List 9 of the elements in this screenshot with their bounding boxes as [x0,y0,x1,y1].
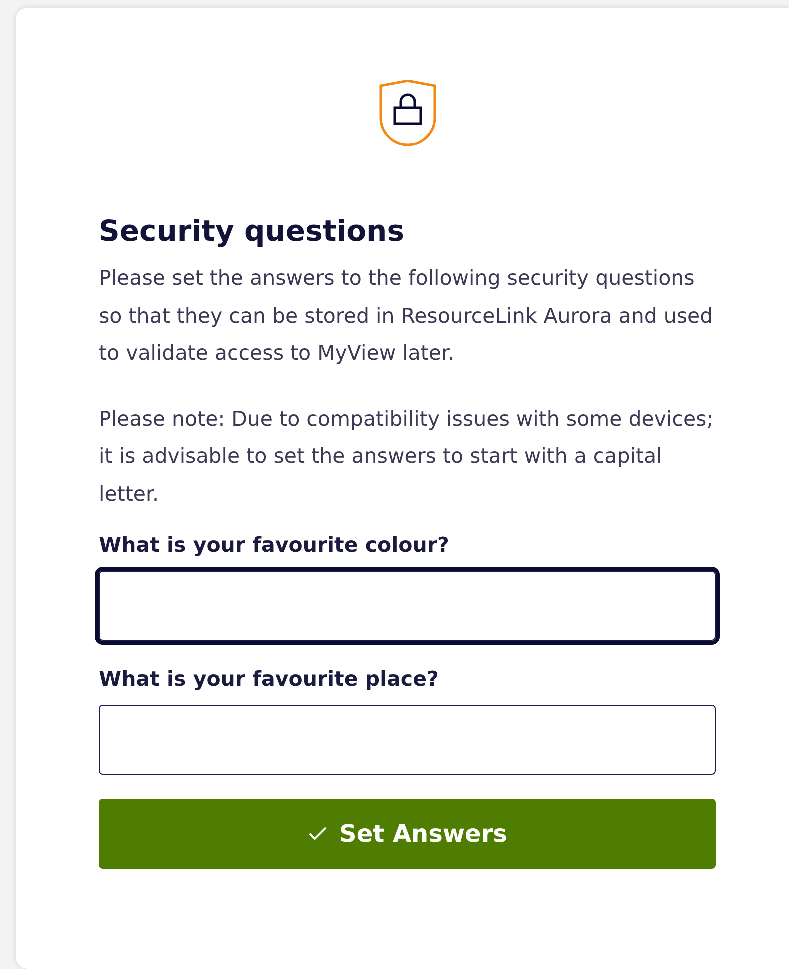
page-title: Security questions [99,214,406,248]
check-icon [308,826,328,842]
question-label: What is your favourite colour? [99,533,450,557]
question-label: What is your favourite place? [99,667,440,691]
answer-field[interactable] [95,567,720,645]
set-answers-button[interactable]: Set Answers [99,799,716,869]
instruction-text: Please set the answers to the following security questions so that they can be stored in ResourceLink Aurora and used to validate access to MyView later. [99,265,714,367]
instruction-text: Please note: Due to compatibility issues with some devices; it is advisable to set the answers to start with a capital letter. [99,406,715,508]
shield-lock-icon [378,80,436,146]
